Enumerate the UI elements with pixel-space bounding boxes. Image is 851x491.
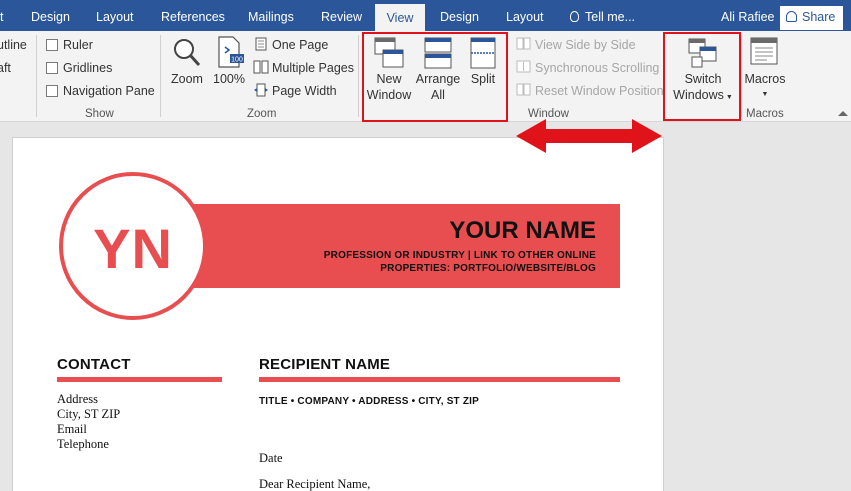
user-name[interactable]: Ali Rafiee (721, 0, 775, 31)
recipient-title: RECIPIENT NAME (259, 356, 391, 373)
outline-button-partial[interactable]: utline (0, 38, 27, 52)
macros-icon[interactable] (750, 37, 780, 67)
person-icon (786, 11, 797, 22)
share-button[interactable]: Share (780, 6, 844, 30)
navigation-pane-label: Navigation Pane (63, 84, 155, 98)
tab-review[interactable]: Review (315, 0, 368, 31)
monogram-initials: YN (93, 217, 173, 280)
sync-scroll-icon (516, 60, 531, 73)
multiple-pages-icon (253, 60, 269, 74)
gridlines-checkbox[interactable] (46, 62, 58, 74)
contact-title: CONTACT (57, 356, 131, 373)
name-banner: YOUR NAME PROFESSION OR INDUSTRY | LINK … (188, 204, 620, 288)
contact-rule (57, 377, 222, 382)
contact-city: City, ST ZIP (57, 407, 121, 421)
recipient-details: TITLE • COMPANY • ADDRESS • CITY, ST ZIP (259, 396, 480, 407)
side-by-side-icon (516, 37, 531, 50)
tab-partial[interactable]: t (0, 0, 9, 31)
tab-table-layout[interactable]: Layout (500, 0, 550, 31)
recipient-rule (259, 377, 620, 382)
macros-button[interactable]: Macros ▼ (742, 71, 788, 103)
switch-windows-highlight (663, 32, 741, 121)
your-name-heading: YOUR NAME (449, 217, 596, 244)
tagline-line-1: PROFESSION OR INDUSTRY | LINK TO OTHER O… (323, 250, 596, 261)
monogram-circle: YN (59, 172, 207, 320)
show-group-label: Show (85, 108, 114, 120)
zoom-group-label: Zoom (247, 108, 277, 120)
ruler-checkbox[interactable] (46, 39, 58, 51)
zoom-100-button[interactable]: 100% (211, 71, 247, 87)
collapse-ribbon-icon[interactable] (838, 111, 848, 116)
letter-salutation: Dear Recipient Name, (259, 477, 371, 491)
tab-table-design[interactable]: Design (434, 0, 485, 31)
tagline-line-2: PROPERTIES: PORTFOLIO/WEBSITE/BLOG (380, 263, 596, 274)
tab-references[interactable]: References (155, 0, 231, 31)
group-separator (160, 35, 161, 117)
document-page[interactable]: YOUR NAME PROFESSION OR INDUSTRY | LINK … (12, 137, 664, 491)
letter-date: Date (259, 451, 283, 465)
view-side-by-side-button[interactable]: View Side by Side (535, 38, 636, 52)
group-separator (36, 35, 37, 117)
lightbulb-icon (570, 11, 579, 22)
ribbon-tab-bar: t Design Layout References Mailings Revi… (0, 0, 851, 35)
contact-address: Address (57, 392, 98, 406)
macros-label: Macros (744, 72, 786, 86)
tab-design[interactable]: Design (25, 0, 76, 31)
one-page-icon (255, 37, 267, 51)
macros-dropdown-icon: ▼ (761, 91, 769, 98)
page-width-icon (254, 83, 268, 97)
reset-window-position-button[interactable]: Reset Window Position (535, 84, 664, 98)
magnifier-icon[interactable] (172, 37, 202, 69)
ruler-label: Ruler (63, 38, 93, 52)
double-arrow-icon (516, 119, 662, 153)
tell-me-box[interactable]: Tell me... (570, 0, 635, 31)
one-page-button[interactable]: One Page (272, 38, 328, 52)
tell-me-text: Tell me... (585, 10, 636, 24)
highlight-box (362, 32, 508, 122)
navigation-pane-checkbox[interactable] (46, 85, 58, 97)
page-width-button[interactable]: Page Width (272, 84, 337, 98)
zoom-button[interactable]: Zoom (167, 71, 207, 87)
ribbon-view: utline aft Ruler Gridlines Navigation Pa… (0, 31, 851, 122)
contact-email: Email (57, 422, 87, 436)
synchronous-scrolling-button[interactable]: Synchronous Scrolling (535, 61, 659, 75)
tab-mailings[interactable]: Mailings (242, 0, 300, 31)
reset-window-icon (516, 83, 531, 96)
gridlines-label: Gridlines (63, 61, 113, 75)
tagline: PROFESSION OR INDUSTRY | LINK TO OTHER O… (324, 249, 596, 275)
macros-group-label: Macros (746, 108, 784, 120)
tab-layout[interactable]: Layout (90, 0, 140, 31)
multiple-pages-button[interactable]: Multiple Pages (272, 61, 354, 75)
contact-telephone: Telephone (57, 437, 109, 451)
group-separator (358, 35, 359, 117)
draft-button-partial[interactable]: aft (0, 61, 11, 75)
zoom-100-icon[interactable]: 100 (216, 35, 244, 69)
svg-text:100: 100 (231, 57, 243, 64)
share-label: Share (802, 10, 836, 24)
